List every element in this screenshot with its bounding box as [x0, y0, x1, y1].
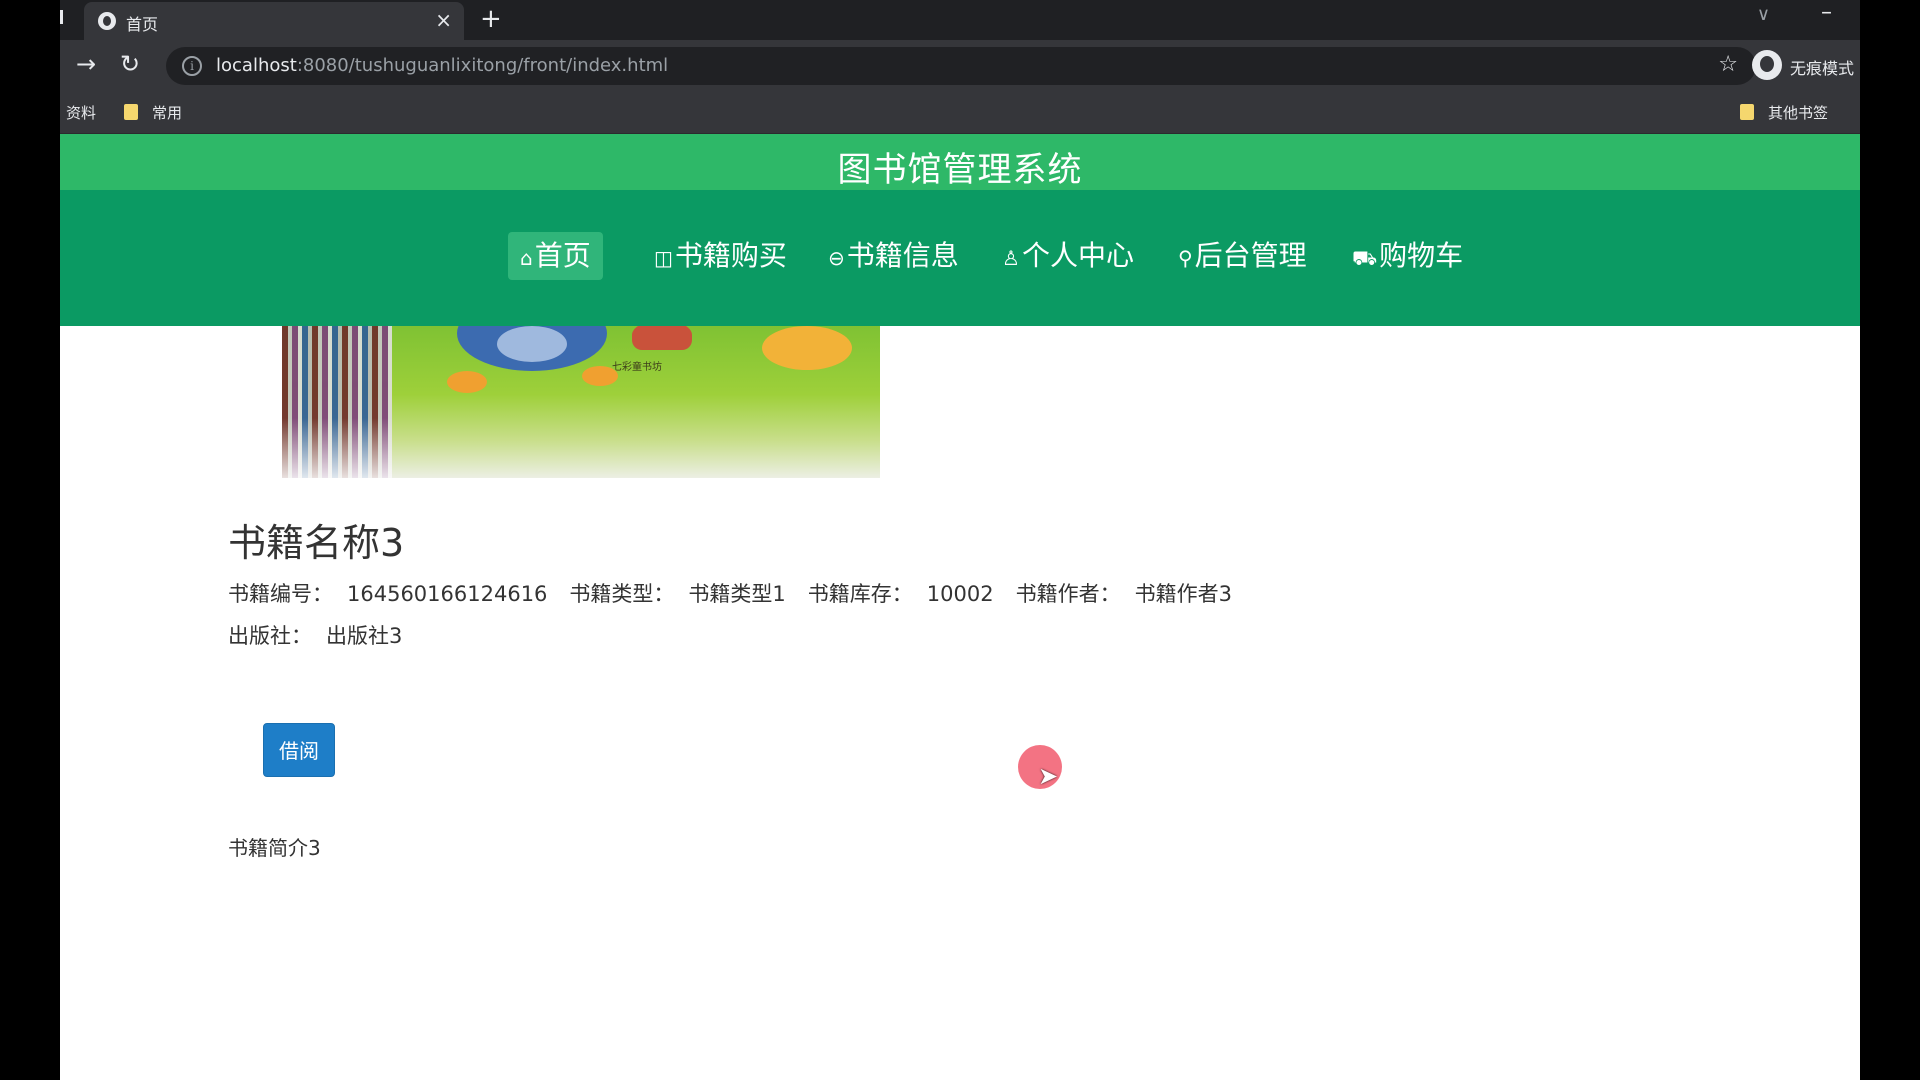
book-number-value: 164560166124616: [347, 582, 548, 606]
cover-book-spines: [282, 326, 392, 478]
book-intro: 书籍简介3: [228, 836, 321, 860]
tab-bar: 首页 × + ∨ –: [60, 0, 1860, 40]
home-icon: ⌂: [520, 246, 533, 270]
folder-icon: [124, 104, 138, 120]
globe-icon: [98, 12, 116, 30]
publisher-value: 出版社3: [326, 624, 403, 648]
database-icon: ⊖: [828, 246, 845, 270]
bookmark-folder-other[interactable]: 其他书签: [1740, 102, 1828, 123]
book-author-value: 书籍作者3: [1134, 582, 1232, 606]
screen-frame: 首页 × + ∨ – → ↻ i localhost:8080/tushugua…: [0, 0, 1920, 1080]
nav-label: 购物车: [1379, 239, 1464, 272]
cover-caption: 七彩童书坊: [612, 362, 662, 373]
nav-item-cart[interactable]: ⛟购物车: [1340, 232, 1475, 280]
profile-label: 无痕模式: [1790, 59, 1855, 78]
star-icon[interactable]: ☆: [1718, 52, 1738, 77]
url-host: localhost: [216, 55, 297, 76]
site-header: 图书馆管理系统: [60, 134, 1860, 190]
nav-item-personal-center[interactable]: ♙个人中心: [990, 232, 1146, 280]
tab-scroll-indicator: [60, 10, 63, 24]
window-minimize-icon[interactable]: –: [1821, 0, 1832, 25]
cover-character: [762, 326, 852, 370]
forward-arrow-icon[interactable]: →: [76, 50, 96, 78]
site-title: 图书馆管理系统: [837, 150, 1083, 190]
cover-character: [457, 326, 607, 371]
url-path: :8080/tushuguanlixitong/front/index.html: [296, 55, 669, 76]
folder-icon: [1740, 104, 1754, 120]
url-text: localhost:8080/tushuguanlixitong/front/i…: [216, 55, 668, 76]
site-nav: ⌂首页 ◫书籍购买 ⊖书籍信息 ♙个人中心 ⚲后台管理 ⛟购物车: [60, 190, 1860, 326]
book-author-label: 书籍作者：: [1015, 582, 1121, 606]
browser-window: 首页 × + ∨ – → ↻ i localhost:8080/tushugua…: [60, 0, 1860, 1080]
browser-tab[interactable]: 首页 ×: [84, 2, 464, 40]
bookmark-folder-other-label: 其他书签: [1768, 104, 1829, 122]
profile-button[interactable]: 无痕模式: [1750, 50, 1860, 82]
address-bar[interactable]: i localhost:8080/tushuguanlixitong/front…: [166, 47, 1756, 85]
new-tab-icon[interactable]: +: [480, 4, 502, 34]
publisher-label: 出版社：: [228, 624, 312, 648]
tab-close-icon[interactable]: ×: [435, 8, 452, 32]
book-stock-value: 10002: [926, 582, 994, 606]
reload-icon[interactable]: ↻: [120, 50, 140, 78]
link-icon: ⚲: [1178, 246, 1193, 270]
nav-item-book-purchase[interactable]: ◫书籍购买: [642, 232, 799, 280]
tab-search-chevron-icon[interactable]: ∨: [1757, 4, 1770, 25]
nav-item-book-info[interactable]: ⊖书籍信息: [816, 232, 971, 280]
nav-label: 书籍购买: [674, 239, 787, 272]
bookmark-folder-label: 常用: [152, 104, 183, 122]
book-meta-line-1: 书籍编号： 164560166124616 书籍类型： 书籍类型1 书籍库存： 10002…: [228, 578, 1254, 608]
incognito-icon: [1752, 50, 1782, 80]
nav-label: 个人中心: [1021, 239, 1134, 272]
nav-item-admin[interactable]: ⚲后台管理: [1166, 232, 1319, 280]
book-type-value: 书籍类型1: [688, 582, 786, 606]
web-page: 图书馆管理系统 ⌂首页 ◫书籍购买 ⊖书籍信息 ♙个人中心 ⚲后台管理 ⛟购物车…: [60, 134, 1860, 1080]
bookmarks-bar: 资料 常用 其他书签: [60, 92, 1860, 134]
bookmark-item-ziliao[interactable]: 资料: [66, 102, 96, 123]
book-cover-image: 七彩童书坊: [282, 326, 880, 478]
book-number-label: 书籍编号：: [228, 582, 333, 606]
nav-item-home[interactable]: ⌂首页: [508, 232, 603, 280]
book-stock-label: 书籍库存：: [807, 582, 913, 606]
nav-label: 后台管理: [1194, 239, 1307, 272]
book-icon: ◫: [654, 246, 673, 270]
nav-label: 书籍信息: [846, 239, 959, 272]
info-icon[interactable]: i: [182, 56, 202, 76]
book-meta-line-2: 出版社： 出版社3: [228, 620, 424, 650]
tab-title: 首页: [126, 15, 159, 34]
user-icon: ♙: [1002, 246, 1020, 270]
book-title: 书籍名称3: [228, 521, 405, 565]
nav-label: 首页: [534, 239, 591, 272]
cover-mushroom: [632, 326, 692, 350]
bookmark-folder-changyong[interactable]: 常用: [124, 102, 182, 123]
book-type-label: 书籍类型：: [569, 582, 675, 606]
mouse-cursor-icon: ➤: [1038, 762, 1059, 790]
cover-foot: [447, 371, 487, 393]
borrow-button[interactable]: 借阅: [263, 723, 335, 777]
browser-toolbar: → ↻ i localhost:8080/tushuguanlixitong/f…: [60, 40, 1860, 92]
cart-icon: ⛟: [1352, 246, 1378, 270]
